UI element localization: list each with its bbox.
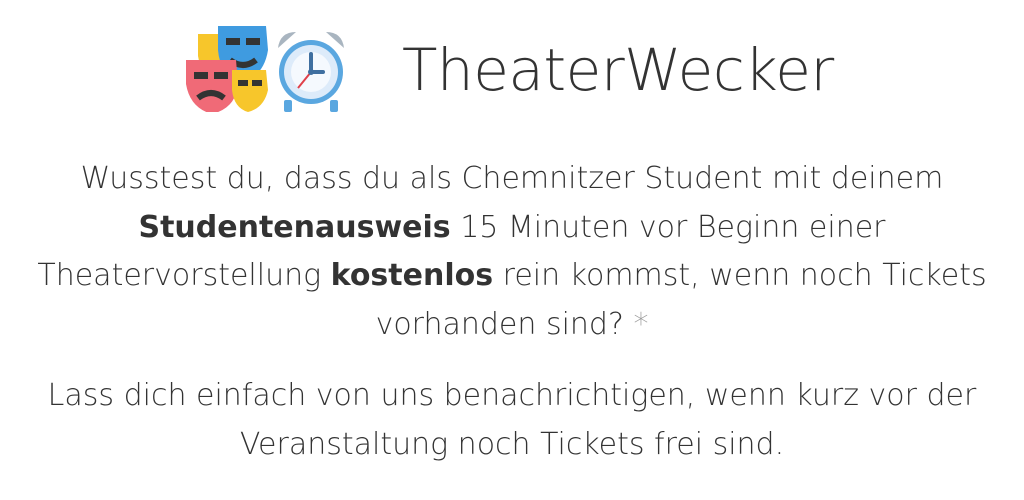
theater-masks-icon	[186, 26, 268, 112]
intro-text: Wusstest du, dass du als Chemnitzer Stud…	[0, 155, 1024, 349]
cta-text: Lass dich einfach von uns benachrichtige…	[47, 378, 977, 462]
intro-bold-free: kostenlos	[330, 258, 494, 293]
logo	[184, 26, 354, 112]
intro-part-1: Wusstest du, dass du als Chemnitzer Stud…	[80, 161, 944, 196]
intro-bold-student-id: Studentenausweis	[138, 209, 451, 245]
header: TheaterWecker	[0, 18, 1024, 128]
main-content: Wusstest du, dass du als Chemnitzer Stud…	[0, 155, 1024, 469]
app-title: TheaterWecker	[402, 36, 834, 104]
alarm-clock-icon	[278, 32, 344, 112]
footnote-asterisk: *	[633, 306, 649, 342]
